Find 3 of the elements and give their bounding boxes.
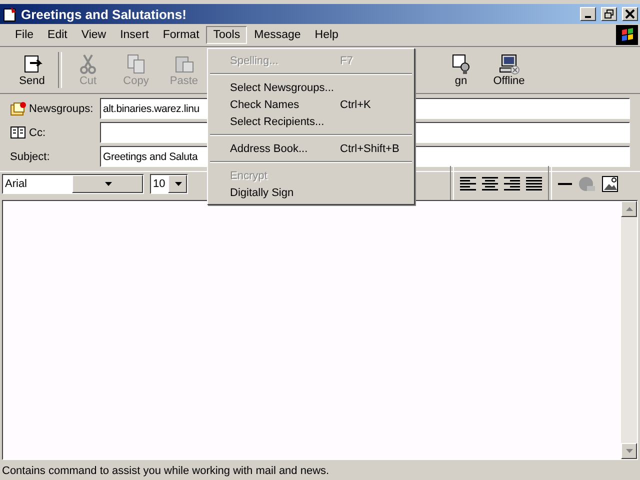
status-text: Contains command to assist you while working with mail and news. (2, 465, 330, 477)
field-label: Subject: (10, 150, 50, 162)
window-title: Greetings and Salutations! (21, 6, 188, 22)
